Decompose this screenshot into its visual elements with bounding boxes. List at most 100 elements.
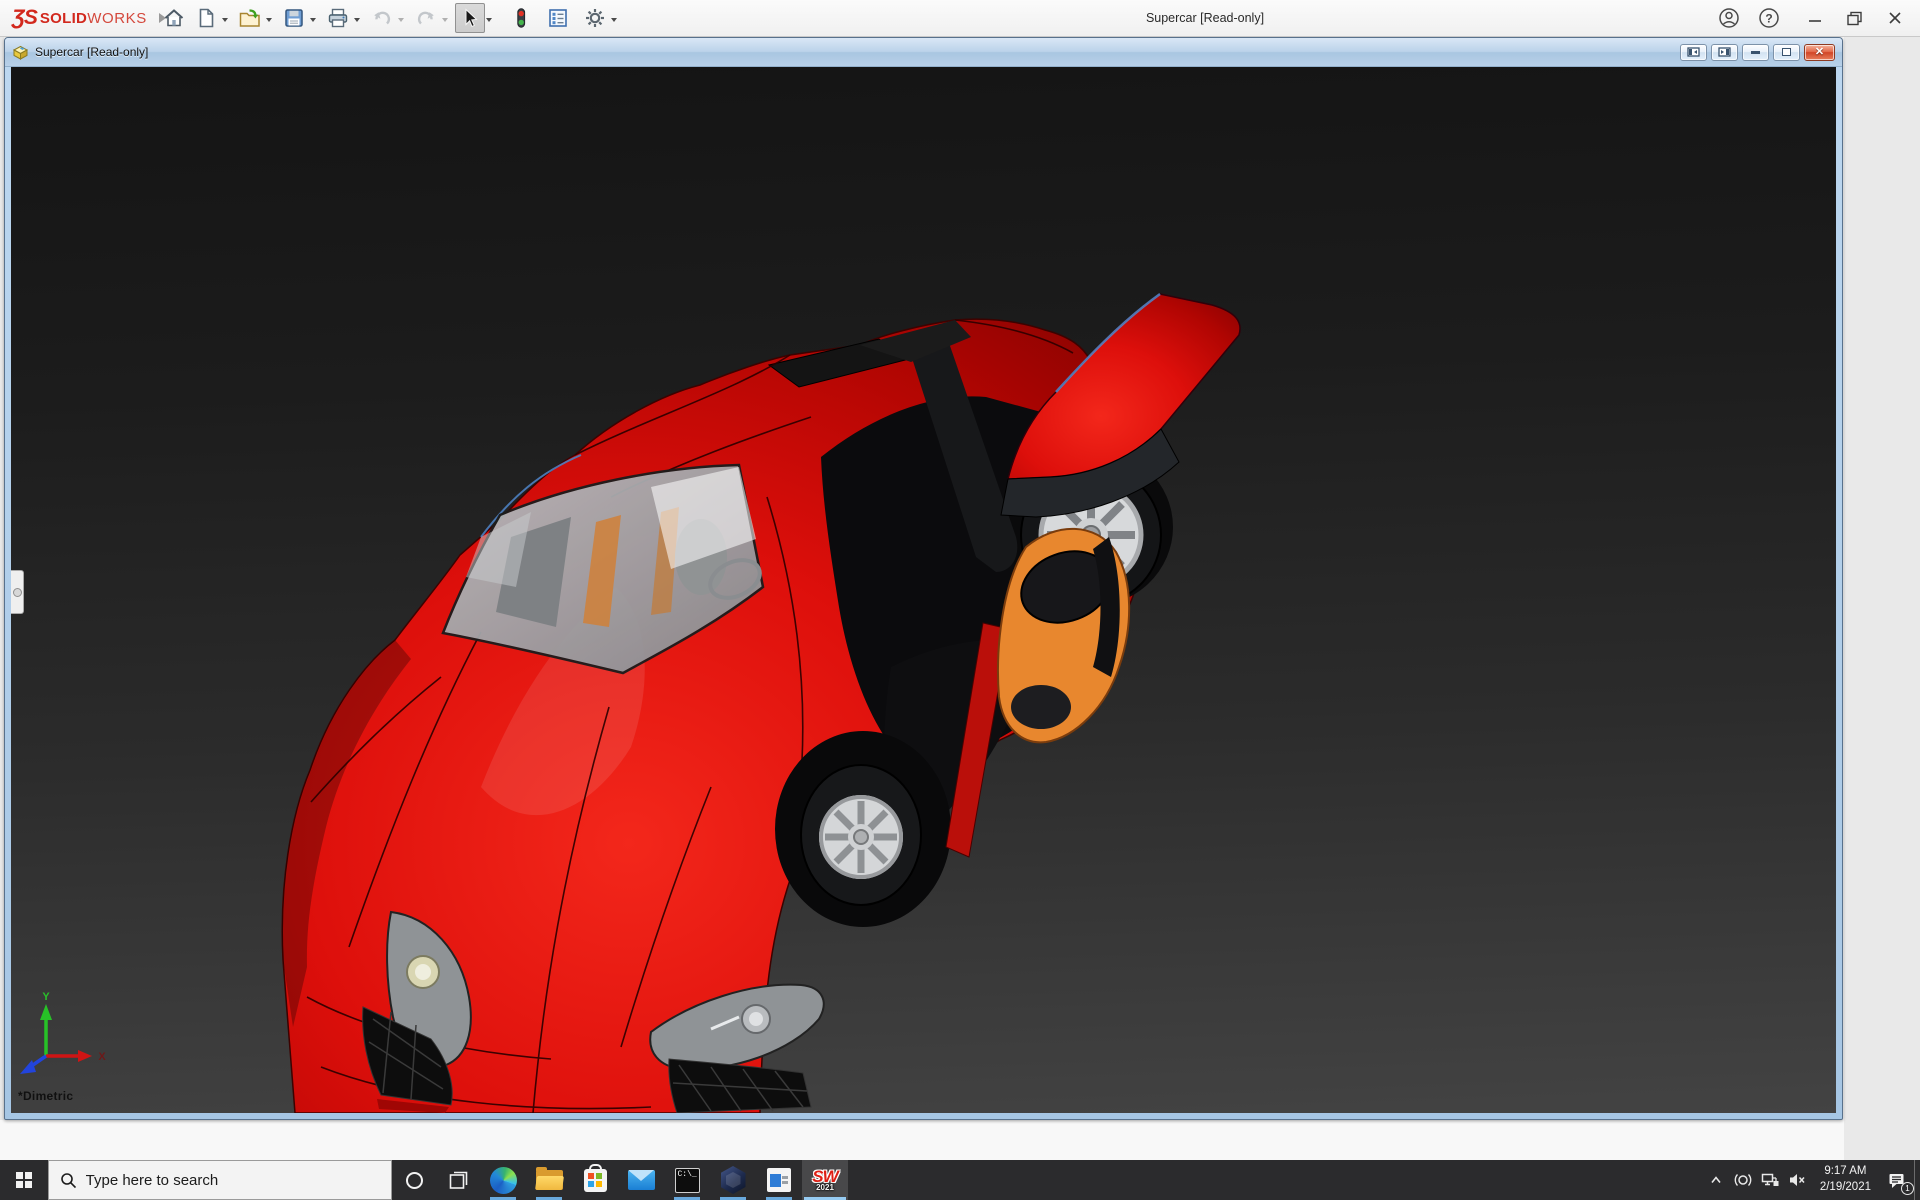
settings-gear-icon: [586, 9, 604, 27]
home-button[interactable]: [159, 3, 189, 33]
select-tool-button[interactable]: [455, 3, 485, 33]
app-titlebar: ƷS SOLID WORKS Supercar [Read-only] ?: [0, 0, 1920, 37]
edge-icon: [489, 1166, 517, 1194]
front-wheel: [775, 731, 951, 927]
settings-dropdown[interactable]: [611, 17, 617, 25]
car-model-render: [281, 292, 1241, 1113]
doc-close-icon: ✕: [1814, 45, 1825, 58]
svg-text:?: ?: [1765, 12, 1772, 26]
chevron-up-icon: [1711, 1176, 1721, 1183]
save-button[interactable]: [279, 3, 309, 33]
taskbar-search[interactable]: [48, 1160, 392, 1200]
desktop: ƷS SOLID WORKS Supercar [Read-only] ? Su…: [0, 0, 1920, 1200]
document-title: Supercar [Read-only]: [35, 45, 149, 59]
triad-y-label: Y: [42, 991, 50, 1003]
print-button[interactable]: [323, 3, 353, 33]
meet-now-icon: [1734, 1174, 1752, 1186]
network-icon: [1762, 1173, 1779, 1186]
desktop-app-icon: [767, 1168, 791, 1192]
new-document-icon: [199, 8, 214, 28]
search-input[interactable]: [85, 1171, 380, 1189]
undo-button[interactable]: [367, 3, 397, 33]
featuremanager-collapsed-tab[interactable]: [11, 570, 24, 614]
pane-left-button[interactable]: [1680, 43, 1707, 61]
cortana-icon: [405, 1171, 423, 1189]
help-button[interactable]: ?: [1754, 4, 1784, 32]
pane-right-button[interactable]: [1711, 43, 1738, 61]
system-tray: 9:17 AM 2/19/2021 1: [1703, 1160, 1920, 1200]
taskbar-app-file-explorer[interactable]: [526, 1160, 572, 1200]
document-restore-button[interactable]: [1773, 43, 1800, 61]
microsoft-store-icon: [583, 1163, 607, 1192]
orientation-triad: Y X: [20, 991, 106, 1074]
window-controls: ?: [1714, 0, 1910, 36]
redo-button[interactable]: [411, 3, 441, 33]
taskbar-app-mail[interactable]: [618, 1160, 664, 1200]
triad-x-label: X: [98, 1051, 106, 1063]
properties-button[interactable]: [543, 3, 573, 33]
file-explorer-icon: [534, 1167, 564, 1190]
document-frame: Y X *Dimetric: [5, 67, 1842, 1119]
help-icon: ?: [1759, 8, 1779, 28]
print-dropdown[interactable]: [354, 17, 360, 25]
restore-button[interactable]: [1840, 4, 1870, 32]
solidworks-logo-light: WORKS: [87, 9, 147, 27]
task-view-icon: [449, 1171, 467, 1189]
task-view-button[interactable]: [436, 1160, 480, 1200]
viewport-3d[interactable]: Y X *Dimetric: [11, 67, 1836, 1113]
start-button[interactable]: [0, 1160, 48, 1200]
tray-meet-now-button[interactable]: [1730, 1160, 1757, 1200]
open-button[interactable]: [235, 3, 265, 33]
document-titlebar[interactable]: Supercar [Read-only] ✕: [5, 38, 1842, 67]
save-icon: [285, 9, 303, 27]
show-desktop-button[interactable]: [1914, 1160, 1920, 1200]
doc-restore-icon: [1782, 48, 1791, 56]
pane-right-icon: [1718, 47, 1731, 57]
solidworks-logo: ƷS SOLID WORKS: [12, 0, 171, 36]
windows-logo-icon: [16, 1172, 32, 1188]
taskbar-app-edge[interactable]: [480, 1160, 526, 1200]
new-document-dropdown[interactable]: [222, 17, 228, 25]
taskbar-app-dev-hub[interactable]: [710, 1160, 756, 1200]
undo-dropdown[interactable]: [398, 17, 404, 25]
redo-dropdown[interactable]: [442, 17, 448, 25]
tray-chevron-button[interactable]: [1703, 1160, 1730, 1200]
taskbar-app-solidworks[interactable]: SW 2021: [802, 1160, 848, 1200]
print-icon: [328, 8, 348, 28]
indicator-lights-button[interactable]: [506, 3, 536, 33]
account-button[interactable]: [1714, 4, 1744, 32]
document-window-controls: ✕: [1680, 43, 1835, 61]
settings-button[interactable]: [580, 3, 610, 33]
select-cursor-icon: [465, 8, 478, 28]
volume-muted-icon: [1790, 1174, 1805, 1186]
minimize-button[interactable]: [1800, 4, 1830, 32]
command-prompt-icon: C:\_: [674, 1167, 700, 1193]
action-center-button[interactable]: 1: [1880, 1160, 1914, 1200]
document-minimize-button[interactable]: [1742, 43, 1769, 61]
client-area-right: [1844, 37, 1920, 1160]
open-dropdown[interactable]: [266, 17, 272, 25]
tray-volume-button[interactable]: [1784, 1160, 1811, 1200]
account-icon: [1719, 8, 1739, 28]
doc-minimize-icon: [1751, 50, 1760, 54]
clock-time: 9:17 AM: [1824, 1165, 1867, 1178]
taskbar-app-command-prompt[interactable]: C:\_: [664, 1160, 710, 1200]
cortana-button[interactable]: [392, 1160, 436, 1200]
open-icon: [239, 9, 260, 27]
taskbar-app-store[interactable]: [572, 1160, 618, 1200]
close-button[interactable]: [1880, 4, 1910, 32]
solidworks-2021-icon: SW 2021: [812, 1167, 838, 1192]
notification-badge: 1: [1901, 1182, 1914, 1195]
view-orientation-label: *Dimetric: [18, 1089, 74, 1103]
select-tool-dropdown[interactable]: [486, 17, 492, 25]
taskbar-app-desktop-app[interactable]: [756, 1160, 802, 1200]
client-area-bottom: [0, 1120, 1844, 1160]
save-dropdown[interactable]: [310, 17, 316, 25]
tray-network-button[interactable]: [1757, 1160, 1784, 1200]
seat: [997, 527, 1131, 744]
new-document-button[interactable]: [191, 3, 221, 33]
assembly-document-icon: [12, 45, 29, 60]
quick-access-toolbar: [158, 0, 623, 36]
document-close-button[interactable]: ✕: [1804, 43, 1835, 61]
tray-clock[interactable]: 9:17 AM 2/19/2021: [1811, 1164, 1880, 1195]
